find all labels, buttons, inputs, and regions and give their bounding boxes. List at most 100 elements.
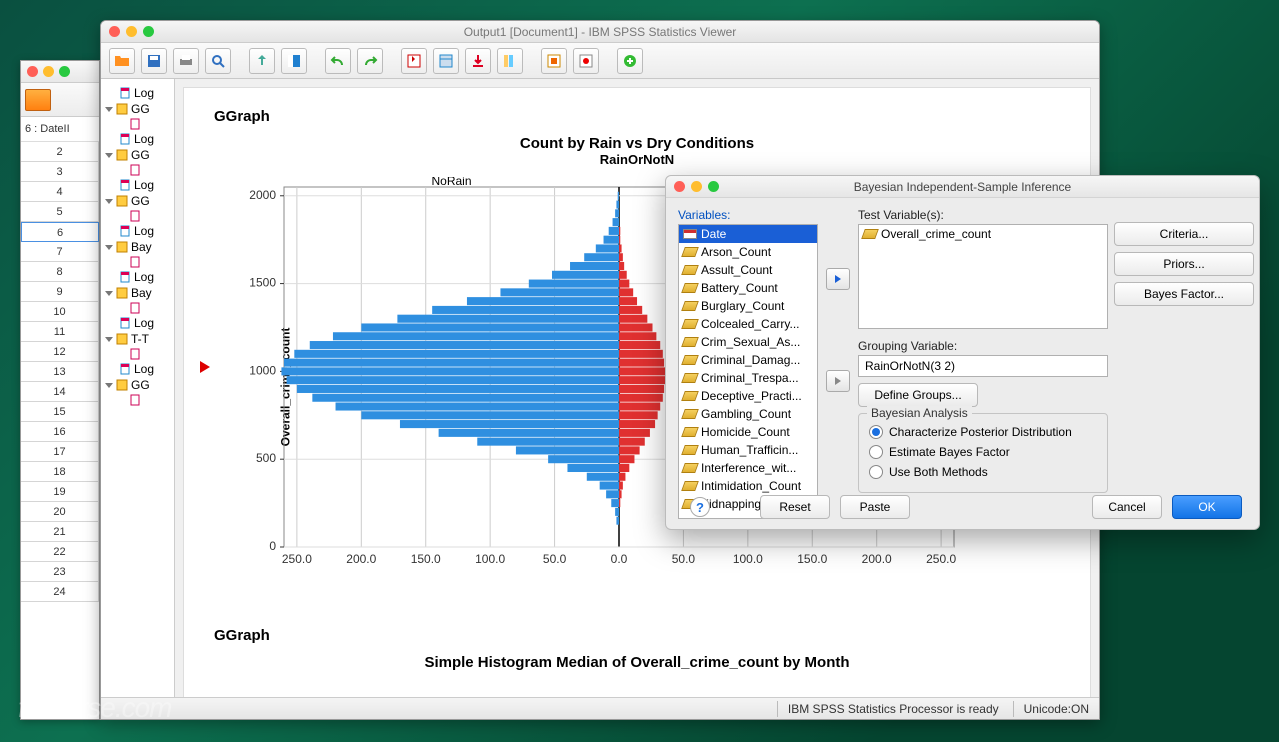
radio-bayes-factor[interactable]: Estimate Bayes Factor	[869, 442, 1097, 462]
outline-pane[interactable]: LogGGLogGGLogGGLogBayLogBayLogT-TLogGG	[101, 79, 175, 697]
variable-item[interactable]: Burglary_Count	[679, 297, 817, 315]
outline-item[interactable]	[101, 209, 174, 223]
variable-item[interactable]: Arson_Count	[679, 243, 817, 261]
row-number[interactable]: 22	[21, 542, 99, 562]
export-button[interactable]	[249, 48, 275, 74]
grouping-variable-input[interactable]	[858, 355, 1108, 377]
variable-item[interactable]: Criminal_Damag...	[679, 351, 817, 369]
minimize-icon[interactable]	[691, 181, 702, 192]
outline-log[interactable]: Log	[101, 315, 174, 331]
close-icon[interactable]	[674, 181, 685, 192]
outline-folder[interactable]: GG	[101, 147, 174, 163]
test-variable-item[interactable]: Overall_crime_count	[859, 225, 1107, 243]
outline-log[interactable]: Log	[101, 131, 174, 147]
designate-button[interactable]	[573, 48, 599, 74]
help-button[interactable]: ?	[690, 497, 710, 517]
row-number[interactable]: 8	[21, 262, 99, 282]
close-icon[interactable]	[27, 66, 38, 77]
row-number[interactable]: 15	[21, 402, 99, 422]
open-button[interactable]	[109, 48, 135, 74]
variable-item[interactable]: Battery_Count	[679, 279, 817, 297]
outline-item[interactable]	[101, 255, 174, 269]
minimize-icon[interactable]	[126, 26, 137, 37]
open-icon[interactable]	[25, 89, 51, 111]
row-number[interactable]: 3	[21, 162, 99, 182]
outline-item[interactable]	[101, 117, 174, 131]
cancel-button[interactable]: Cancel	[1092, 495, 1162, 519]
variable-item[interactable]: Deceptive_Practi...	[679, 387, 817, 405]
row-number[interactable]: 11	[21, 322, 99, 342]
outline-log[interactable]: Log	[101, 269, 174, 285]
insert-button[interactable]	[465, 48, 491, 74]
row-number[interactable]: 12	[21, 342, 99, 362]
outline-log[interactable]: Log	[101, 223, 174, 239]
print-preview-button[interactable]	[205, 48, 231, 74]
outline-folder[interactable]: Bay	[101, 285, 174, 301]
variable-item[interactable]: Human_Trafficin...	[679, 441, 817, 459]
outline-folder[interactable]: Bay	[101, 239, 174, 255]
maximize-icon[interactable]	[59, 66, 70, 77]
priors-button[interactable]: Priors...	[1114, 252, 1254, 276]
radio-posterior[interactable]: Characterize Posterior Distribution	[869, 422, 1097, 442]
goto-case-button[interactable]	[433, 48, 459, 74]
variable-item[interactable]: Date	[679, 225, 817, 243]
test-variables-listbox[interactable]: Overall_crime_count	[858, 224, 1108, 329]
add-button[interactable]	[617, 48, 643, 74]
variable-item[interactable]: Colcealed_Carry...	[679, 315, 817, 333]
variable-item[interactable]: Gambling_Count	[679, 405, 817, 423]
save-button[interactable]	[141, 48, 167, 74]
row-number[interactable]: 17	[21, 442, 99, 462]
variables-listbox[interactable]: DateArson_CountAssult_CountBattery_Count…	[678, 224, 818, 519]
outline-item[interactable]	[101, 301, 174, 315]
outline-folder[interactable]: GG	[101, 101, 174, 117]
outline-folder[interactable]: GG	[101, 193, 174, 209]
minimize-icon[interactable]	[43, 66, 54, 77]
radio-both-methods[interactable]: Use Both Methods	[869, 462, 1097, 482]
define-groups-button[interactable]: Define Groups...	[858, 383, 978, 407]
reset-button[interactable]: Reset	[760, 495, 830, 519]
row-number[interactable]: 7	[21, 242, 99, 262]
row-number[interactable]: 10	[21, 302, 99, 322]
row-number[interactable]: 24	[21, 582, 99, 602]
outline-item[interactable]	[101, 163, 174, 177]
outline-folder[interactable]: T-T	[101, 331, 174, 347]
select-button[interactable]	[541, 48, 567, 74]
outline-log[interactable]: Log	[101, 177, 174, 193]
row-number[interactable]: 9	[21, 282, 99, 302]
variables-button[interactable]	[497, 48, 523, 74]
variable-item[interactable]: Crim_Sexual_As...	[679, 333, 817, 351]
row-number[interactable]: 6	[21, 222, 99, 242]
variable-item[interactable]: Interference_wit...	[679, 459, 817, 477]
print-button[interactable]	[173, 48, 199, 74]
criteria-button[interactable]: Criteria...	[1114, 222, 1254, 246]
outline-log[interactable]: Log	[101, 85, 174, 101]
move-to-test-button[interactable]	[826, 268, 850, 290]
paste-button[interactable]: Paste	[840, 495, 910, 519]
bayes-factor-button[interactable]: Bayes Factor...	[1114, 282, 1254, 306]
outline-item[interactable]	[101, 347, 174, 361]
redo-button[interactable]	[357, 48, 383, 74]
row-number[interactable]: 2	[21, 142, 99, 162]
row-number[interactable]: 18	[21, 462, 99, 482]
outline-item[interactable]	[101, 393, 174, 407]
row-number[interactable]: 14	[21, 382, 99, 402]
row-number[interactable]: 5	[21, 202, 99, 222]
variable-item[interactable]: Homicide_Count	[679, 423, 817, 441]
move-to-grouping-button[interactable]	[826, 370, 850, 392]
variable-item[interactable]: Assult_Count	[679, 261, 817, 279]
row-number[interactable]: 23	[21, 562, 99, 582]
goto-data-button[interactable]	[401, 48, 427, 74]
row-number[interactable]: 19	[21, 482, 99, 502]
close-icon[interactable]	[109, 26, 120, 37]
row-number[interactable]: 21	[21, 522, 99, 542]
maximize-icon[interactable]	[708, 181, 719, 192]
dialog-recall-button[interactable]	[281, 48, 307, 74]
row-number[interactable]: 4	[21, 182, 99, 202]
variable-item[interactable]: Criminal_Trespa...	[679, 369, 817, 387]
row-number[interactable]: 20	[21, 502, 99, 522]
outline-folder[interactable]: GG	[101, 377, 174, 393]
variable-item[interactable]: Intimidation_Count	[679, 477, 817, 495]
ok-button[interactable]: OK	[1172, 495, 1242, 519]
row-number[interactable]: 16	[21, 422, 99, 442]
undo-button[interactable]	[325, 48, 351, 74]
